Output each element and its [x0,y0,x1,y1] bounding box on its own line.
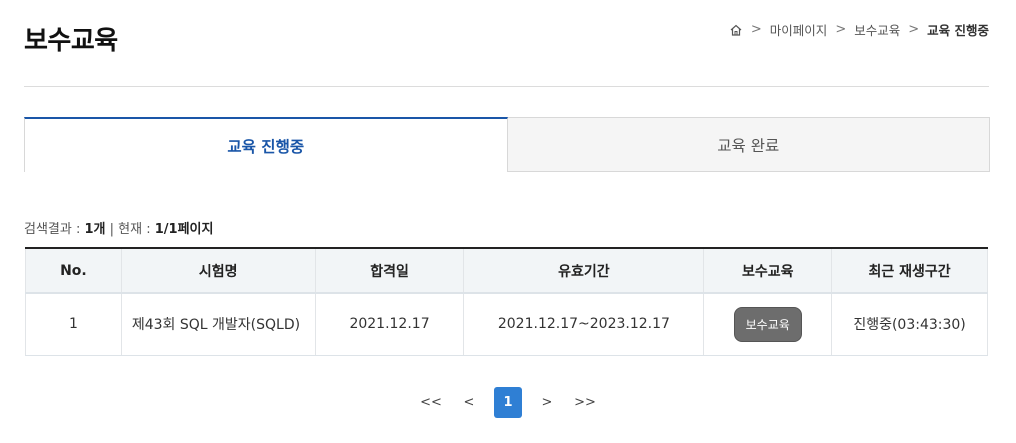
header-education: 보수교육 [703,248,832,294]
breadcrumb-separator: > [908,22,920,37]
result-prefix: 검색결과 : [24,222,85,237]
breadcrumb-separator: > [750,22,762,37]
breadcrumb-item-education[interactable]: 보수교육 [854,20,900,39]
header-recent-play: 최근 재생구간 [831,248,988,294]
page-title: 보수교육 [24,26,118,56]
current-label: 현재 : [118,222,155,237]
cell-pass-date: 2021.12.17 [314,293,464,356]
breadcrumb-item-current: 교육 진행중 [927,23,989,38]
cell-no: 1 [25,293,122,356]
page-first-button[interactable]: << [412,386,450,418]
current-page: 1/1페이지 [154,222,214,237]
result-count: 1개 [84,222,106,237]
breadcrumb-item-mypage[interactable]: 마이페이지 [770,20,828,39]
cell-valid-period: 2021.12.17~2023.12.17 [463,293,704,356]
header-exam: 시험명 [120,248,316,294]
result-divider: | [105,222,119,237]
education-button[interactable]: 보수교육 [733,306,802,342]
header-divider [24,86,989,87]
cell-exam: 제43회 SQL 개발자(SQLD) [120,293,316,356]
result-info: 검색결과 : 1개 | 현재 : 1/1페이지 [24,218,213,237]
header-valid-period: 유효기간 [463,248,704,294]
breadcrumb: > 마이페이지 > 보수교육 > 교육 진행중 [729,20,989,39]
breadcrumb-separator: > [835,22,847,37]
home-icon[interactable] [729,23,743,37]
header-no: No. [25,248,122,294]
table-header-row: No. 시험명 합격일 유효기간 보수교육 최근 재생구간 [25,248,988,294]
tab-completed[interactable]: 교육 완료 [507,117,990,172]
cell-education: 보수교육 [703,293,832,356]
tab-bar: 교육 진행중 교육 완료 [24,117,990,172]
page-last-button[interactable]: >> [566,386,604,418]
header-pass-date: 합격일 [314,248,464,294]
table-row: 1 제43회 SQL 개발자(SQLD) 2021.12.17 2021.12.… [25,293,988,356]
tab-in-progress[interactable]: 교육 진행중 [24,117,508,172]
education-table: No. 시험명 합격일 유효기간 보수교육 최근 재생구간 1 제43회 SQL… [25,247,988,356]
page-next-button[interactable]: > [528,386,566,418]
cell-recent-play: 진행중(03:43:30) [831,293,988,356]
page-prev-button[interactable]: < [450,386,488,418]
pagination: << < 1 > >> [0,386,1016,418]
page-current[interactable]: 1 [494,386,522,418]
